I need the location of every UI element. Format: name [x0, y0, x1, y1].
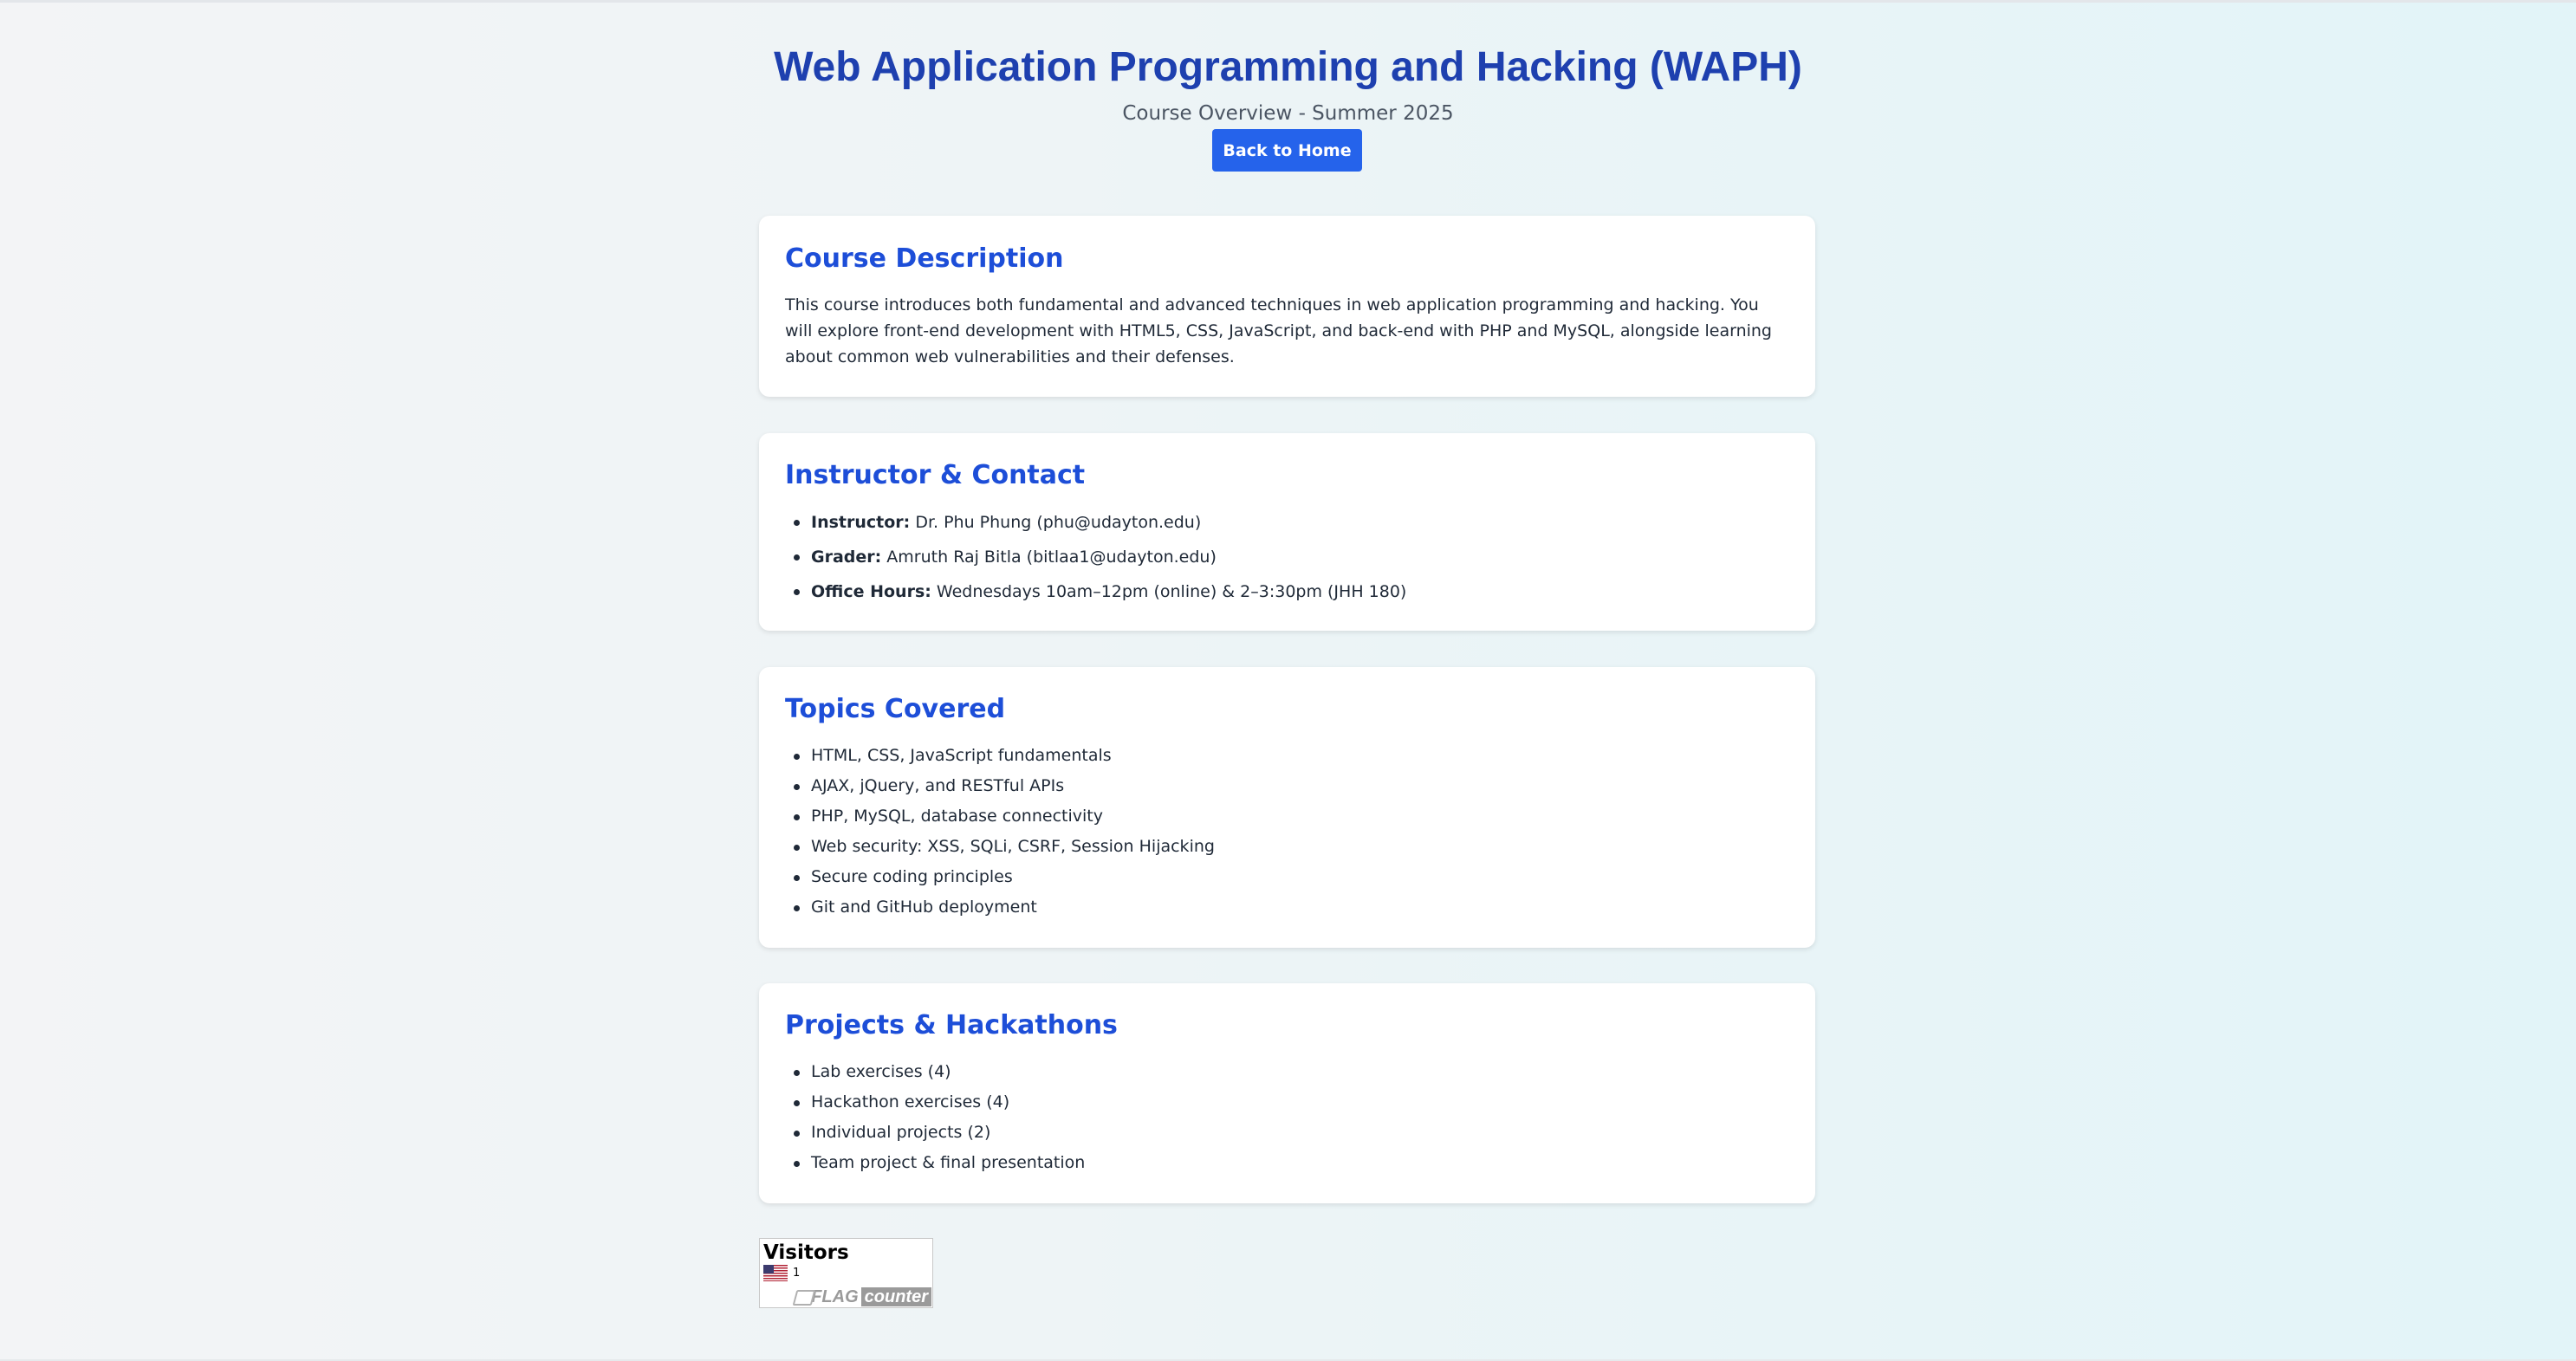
instructor-value: Dr. Phu Phung (phu@udayton.edu): [915, 513, 1202, 532]
page-title: Web Application Programming and Hacking …: [774, 44, 1802, 90]
list-item-grader: Grader: Amruth Raj Bitla (bitlaa1@udayto…: [785, 540, 1789, 574]
list-item-instructor: Instructor: Dr. Phu Phung (phu@udayton.e…: [785, 505, 1789, 540]
visitor-count: 1: [793, 1267, 801, 1280]
list-item: Individual projects (2): [785, 1118, 1789, 1148]
list-item: Hackathon exercises (4): [785, 1087, 1789, 1118]
flag-counter-logo-counter: counter: [860, 1287, 931, 1306]
flag-counter-logo[interactable]: FLAG counter: [791, 1286, 931, 1307]
visitor-counter-widget[interactable]: Visitors 1 FLAG counter: [759, 1238, 933, 1308]
list-item: HTML, CSS, JavaScript fundamentals: [785, 741, 1789, 771]
office-hours-value: Wednesdays 10am–12pm (online) & 2–3:30pm…: [936, 582, 1407, 601]
list-item: Web security: XSS, SQLi, CSRF, Session H…: [785, 832, 1789, 862]
office-hours-label: Office Hours:: [811, 582, 931, 601]
list-item: Team project & final presentation: [785, 1148, 1789, 1178]
us-flag-icon: [763, 1265, 788, 1281]
topics-list: HTML, CSS, JavaScript fundamentals AJAX,…: [785, 741, 1789, 923]
instructor-label: Instructor:: [811, 513, 911, 532]
visitors-title: Visitors: [763, 1241, 849, 1264]
grader-value: Amruth Raj Bitla (bitlaa1@udayton.edu): [886, 548, 1217, 567]
list-item: PHP, MySQL, database connectivity: [785, 801, 1789, 832]
list-item: Git and GitHub deployment: [785, 892, 1789, 923]
projects-hackathons-card: Projects & Hackathons Lab exercises (4) …: [759, 983, 1815, 1203]
flag-counter-logo-flag: FLAG: [811, 1286, 859, 1306]
top-border: [0, 0, 2576, 3]
list-item: Lab exercises (4): [785, 1057, 1789, 1087]
list-item: AJAX, jQuery, and RESTful APIs: [785, 771, 1789, 801]
grader-label: Grader:: [811, 548, 882, 567]
back-to-home-button[interactable]: Back to Home: [1212, 129, 1362, 172]
course-description-text: This course introduces both fundamental …: [785, 295, 1772, 366]
section-heading-topics: Topics Covered: [785, 694, 1006, 724]
instructor-list: Instructor: Dr. Phu Phung (phu@udayton.e…: [785, 505, 1789, 609]
section-heading-projects: Projects & Hackathons: [785, 1010, 1118, 1040]
flag-counter-icon: [791, 1288, 806, 1306]
list-item-office-hours: Office Hours: Wednesdays 10am–12pm (onli…: [785, 574, 1789, 609]
page-subtitle: Course Overview - Summer 2025: [1122, 102, 1454, 125]
course-description-card: Course Description This course introduce…: [759, 216, 1815, 397]
projects-list: Lab exercises (4) Hackathon exercises (4…: [785, 1057, 1789, 1178]
section-heading-description: Course Description: [785, 243, 1064, 274]
instructor-contact-card: Instructor & Contact Instructor: Dr. Phu…: [759, 433, 1815, 631]
topics-covered-card: Topics Covered HTML, CSS, JavaScript fun…: [759, 667, 1815, 948]
list-item: Secure coding principles: [785, 862, 1789, 892]
section-heading-instructor: Instructor & Contact: [785, 460, 1086, 490]
